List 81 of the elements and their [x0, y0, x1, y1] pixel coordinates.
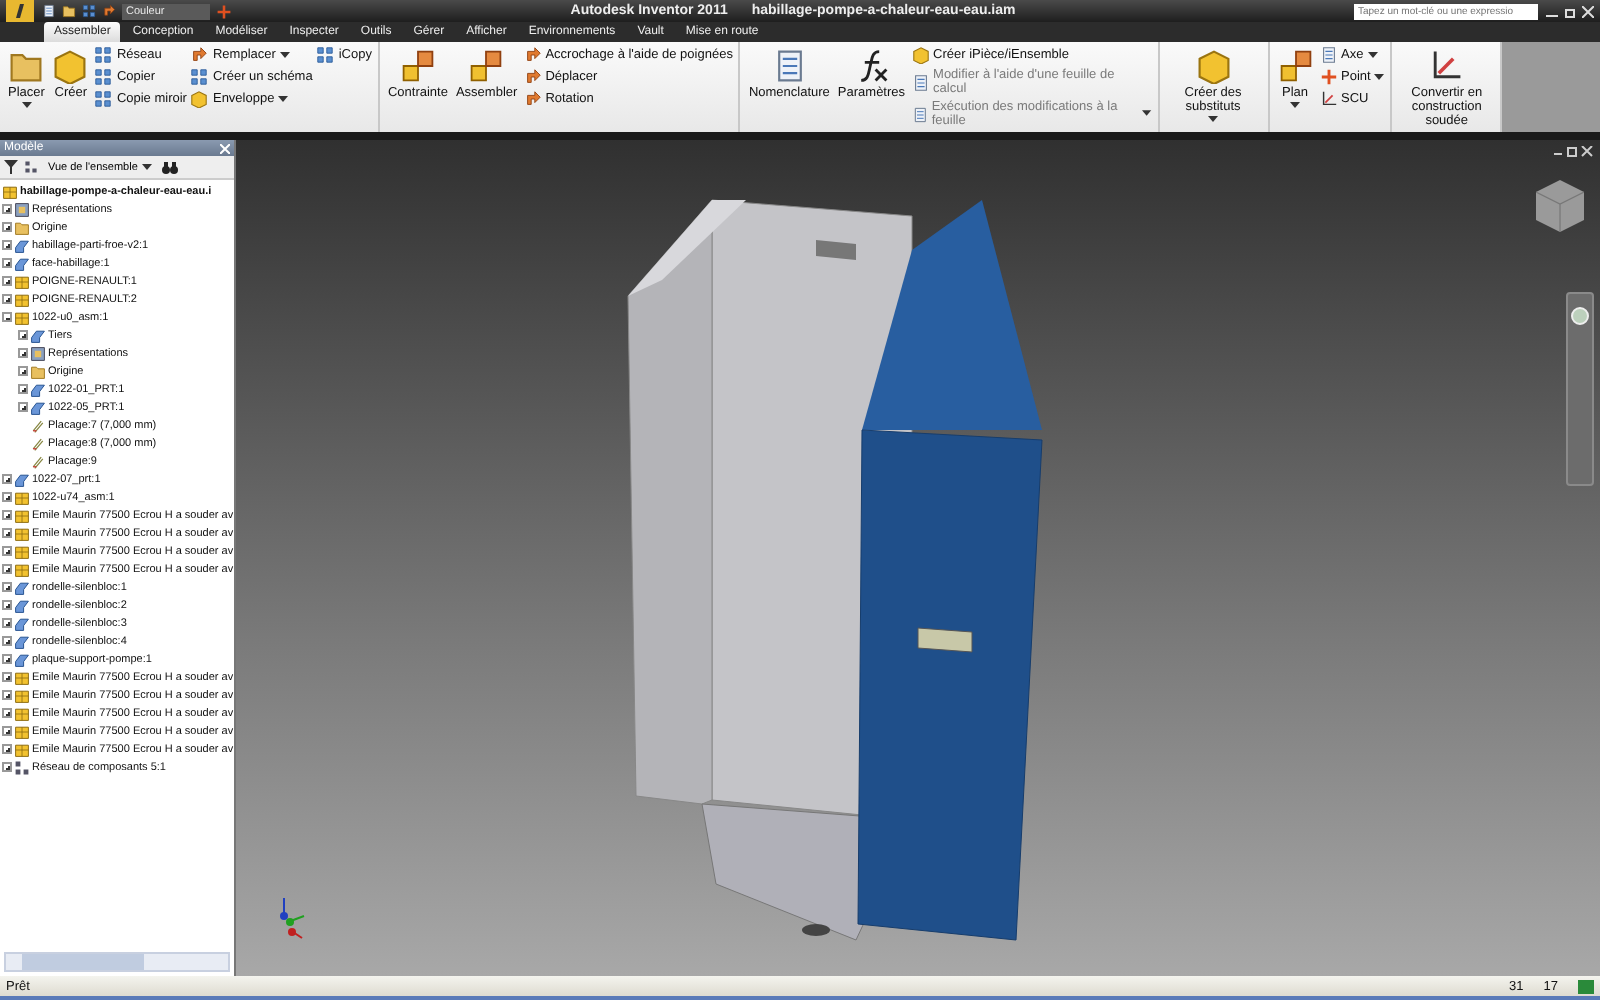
horizontal-scrollbar[interactable] [4, 952, 230, 972]
caret-icon [279, 51, 290, 59]
window-controls-icon[interactable] [1554, 146, 1594, 158]
grid-icon [94, 46, 113, 64]
expand-toggle[interactable] [2, 546, 12, 556]
logo-icon [13, 2, 27, 20]
expand-toggle[interactable] [2, 636, 12, 646]
document-icon [42, 4, 56, 18]
expand-toggle[interactable] [18, 366, 28, 376]
pattern-icon [14, 759, 30, 775]
application-menu-button[interactable] [6, 0, 34, 22]
expand-toggle[interactable] [2, 672, 12, 682]
expand-toggle[interactable] [2, 204, 12, 214]
representations-icon [30, 345, 46, 361]
squares-icon [1277, 48, 1314, 84]
squares-icon [399, 48, 436, 84]
folder-icon [62, 4, 76, 18]
expand-toggle[interactable] [2, 492, 12, 502]
caret-icon [1141, 110, 1152, 118]
close-icon[interactable] [1582, 5, 1594, 17]
representations-icon [14, 201, 30, 217]
axes-icon [1428, 48, 1465, 84]
expand-toggle[interactable] [2, 564, 12, 574]
folder-icon [30, 363, 46, 379]
axis-triad-icon [276, 896, 308, 940]
axes-icon [1319, 90, 1338, 108]
part-icon [14, 471, 30, 487]
folder-icon [8, 48, 45, 84]
expand-toggle[interactable] [2, 708, 12, 718]
expand-toggle[interactable] [2, 240, 12, 250]
filter-icon[interactable] [4, 160, 18, 174]
expand-toggle[interactable] [18, 330, 28, 340]
pattern-icon [24, 160, 38, 174]
caret-icon [1374, 73, 1385, 81]
status-indicator [1578, 979, 1594, 993]
expand-toggle[interactable] [2, 762, 12, 772]
expand-toggle[interactable] [2, 312, 12, 322]
restore-icon[interactable] [1564, 5, 1576, 17]
expand-toggle[interactable] [2, 654, 12, 664]
expand-toggle[interactable] [2, 474, 12, 484]
grid-icon [190, 68, 209, 86]
arrow-icon [190, 46, 209, 64]
grid-icon [82, 4, 96, 18]
caret-icon [1208, 116, 1219, 124]
expand-toggle[interactable] [2, 294, 12, 304]
arrow-icon [102, 4, 116, 18]
document-icon [1319, 46, 1338, 64]
expand-toggle[interactable] [2, 744, 12, 754]
expand-toggle[interactable] [2, 528, 12, 538]
point-icon [216, 3, 232, 19]
navigation-bar[interactable] [1566, 292, 1594, 486]
expand-toggle[interactable] [18, 384, 28, 394]
grid-icon [316, 46, 335, 64]
assembly-icon [2, 183, 18, 199]
view-cube-icon[interactable] [1536, 180, 1584, 232]
expand-toggle[interactable] [2, 222, 12, 232]
grid-icon [94, 68, 113, 86]
caret-icon [141, 163, 152, 171]
grid-icon [94, 90, 113, 108]
expand-toggle[interactable] [2, 690, 12, 700]
expand-toggle[interactable] [2, 510, 12, 520]
squares-icon [468, 48, 505, 84]
expand-toggle[interactable] [18, 402, 28, 412]
document-icon [911, 73, 930, 91]
expand-toggle[interactable] [2, 258, 12, 268]
caret-icon [1290, 102, 1301, 110]
expand-toggle[interactable] [2, 582, 12, 592]
expand-toggle[interactable] [2, 726, 12, 736]
expand-toggle[interactable] [18, 348, 28, 358]
3d-viewport[interactable] [236, 140, 1600, 976]
binoculars-icon[interactable] [161, 160, 178, 174]
point-icon [1319, 68, 1338, 86]
expand-toggle[interactable] [2, 276, 12, 286]
document-icon [911, 105, 928, 123]
expand-toggle[interactable] [2, 618, 12, 628]
folder-icon [14, 219, 30, 235]
caret-icon [1367, 51, 1378, 59]
part-icon [30, 327, 46, 343]
caret-icon [278, 95, 289, 103]
expand-toggle[interactable] [2, 600, 12, 610]
caret-icon [21, 102, 32, 110]
